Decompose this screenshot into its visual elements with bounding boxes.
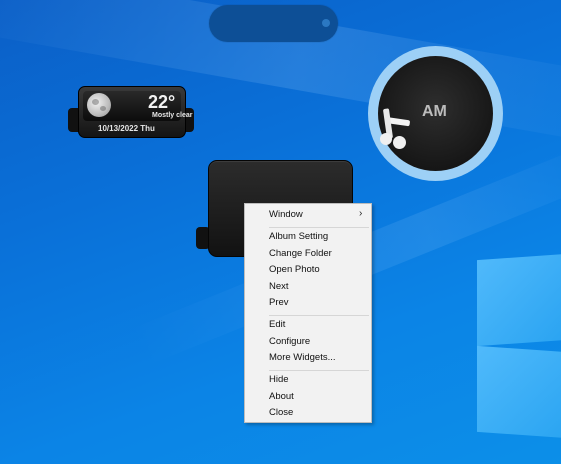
pill-dot-icon <box>322 19 330 27</box>
submenu-arrow-icon: › <box>359 208 363 219</box>
menu-separator <box>269 227 369 228</box>
menu-item-label: About <box>269 391 294 402</box>
menu-item-prev[interactable]: Prev <box>245 295 371 311</box>
menu-item-label: Hide <box>269 374 289 385</box>
windows-logo-pane <box>477 253 561 347</box>
menu-item-window[interactable]: Window › <box>245 207 371 223</box>
menu-item-label: Window <box>269 209 303 220</box>
menu-item-label: Change Folder <box>269 248 332 259</box>
menu-item-album-setting[interactable]: Album Setting <box>245 229 371 245</box>
menu-item-change-folder[interactable]: Change Folder <box>245 246 371 262</box>
top-pill-widget[interactable] <box>209 5 338 42</box>
menu-item-label: Configure <box>269 336 311 347</box>
menu-item-label: More Widgets... <box>269 352 336 363</box>
menu-item-label: Close <box>269 407 294 418</box>
menu-item-label: Open Photo <box>269 264 320 275</box>
temperature-value: 22° <box>148 92 176 112</box>
weather-condition: Mostly clear <box>152 112 193 119</box>
menu-item-about[interactable]: About <box>245 389 371 405</box>
menu-item-label: Album Setting <box>269 231 329 242</box>
menu-item-label: Edit <box>269 319 286 330</box>
windows-logo-pane <box>477 345 561 439</box>
menu-separator <box>269 370 369 371</box>
weather-date: 10/13/2022 Thu <box>98 124 155 133</box>
context-menu: Window › Album Setting Change Folder Ope… <box>244 203 372 423</box>
menu-item-label: Prev <box>269 297 289 308</box>
clock-period: AM <box>422 103 447 120</box>
menu-item-close[interactable]: Close <box>245 405 371 421</box>
clock-pin-icon <box>380 133 392 145</box>
menu-separator <box>269 315 369 316</box>
menu-item-edit[interactable]: Edit <box>245 317 371 333</box>
menu-item-more-widgets[interactable]: More Widgets... <box>245 350 371 366</box>
clock-pin-icon <box>393 136 406 149</box>
menu-item-label: Next <box>269 281 289 292</box>
moon-icon <box>87 93 111 117</box>
menu-item-open-photo[interactable]: Open Photo <box>245 262 371 278</box>
menu-item-hide[interactable]: Hide <box>245 372 371 388</box>
menu-item-next[interactable]: Next <box>245 279 371 295</box>
menu-item-configure[interactable]: Configure <box>245 334 371 350</box>
